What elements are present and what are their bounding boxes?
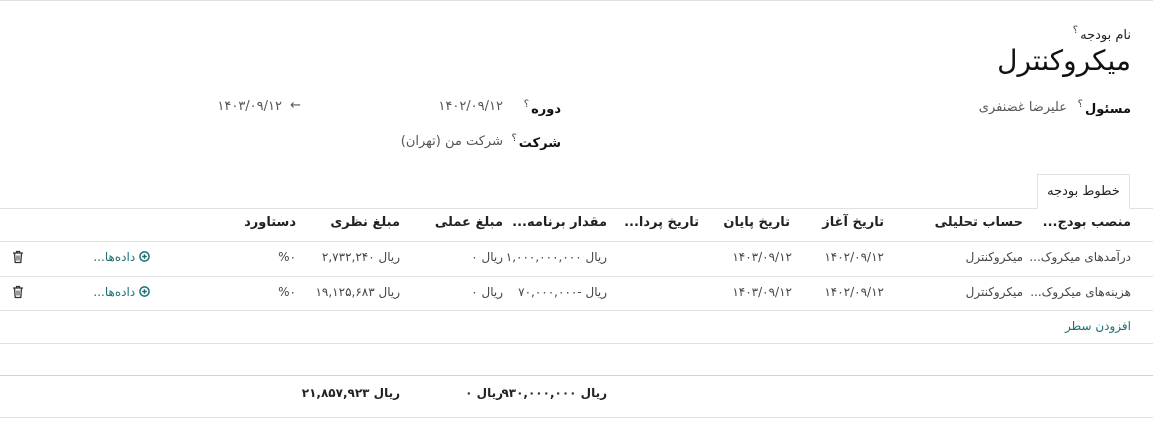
- row-divider: [0, 276, 1153, 277]
- totals-divider: [0, 375, 1153, 376]
- top-divider: [0, 0, 1153, 1]
- cell-planned[interactable]: ریال -۷۰,۰۰۰,۰۰۰: [518, 285, 607, 299]
- trash-icon[interactable]: [12, 250, 24, 264]
- column-header-position[interactable]: منصب بودج...: [1043, 215, 1131, 230]
- details-label: داده‌ها...: [93, 250, 136, 264]
- cell-start[interactable]: ۱۴۰۲/۰۹/۱۲: [824, 250, 884, 264]
- header-divider: [0, 241, 1153, 242]
- cell-practical[interactable]: ریال ۰: [471, 250, 503, 264]
- cell-theoretical[interactable]: ریال ۲,۷۳۲,۲۴۰: [322, 250, 400, 264]
- arrow-left-icon: ←: [290, 98, 301, 113]
- budget-name-help-icon[interactable]: ؟: [1073, 25, 1078, 36]
- period-label: دوره: [531, 102, 561, 117]
- row-divider: [0, 310, 1153, 311]
- add-line-button[interactable]: افزودن سطر: [1065, 319, 1131, 333]
- total-practical: ریال ۰: [465, 386, 503, 400]
- details-button[interactable]: داده‌ها...: [93, 285, 150, 299]
- period-end-field[interactable]: ۱۴۰۳/۰۹/۱۲: [217, 99, 282, 114]
- trash-icon[interactable]: [12, 285, 24, 299]
- plus-circle-icon: [139, 251, 150, 262]
- cell-position[interactable]: هزینه‌های میکروک...: [1030, 285, 1131, 299]
- responsible-label: مسئول: [1084, 102, 1131, 117]
- details-button[interactable]: داده‌ها...: [93, 250, 150, 264]
- cell-end[interactable]: ۱۴۰۳/۰۹/۱۲: [732, 250, 792, 264]
- cell-achievement[interactable]: %۰: [278, 250, 296, 264]
- column-header-practical[interactable]: مبلغ عملی: [435, 215, 503, 230]
- cell-planned[interactable]: ریال ۱,۰۰۰,۰۰۰,۰۰۰: [506, 250, 607, 264]
- responsible-field[interactable]: علیرضا غضنفری: [979, 100, 1067, 115]
- company-field[interactable]: شرکت من (تهران): [401, 134, 503, 149]
- budget-name-label-group: نام بودجه؟: [1073, 24, 1131, 43]
- cell-achievement[interactable]: %۰: [278, 285, 296, 299]
- cell-end[interactable]: ۱۴۰۳/۰۹/۱۲: [732, 285, 792, 299]
- period-help-icon[interactable]: ؟: [524, 99, 529, 110]
- budget-name-input[interactable]: میکروکنترل: [997, 44, 1131, 77]
- column-header-analytic[interactable]: حساب تحلیلی: [935, 215, 1023, 230]
- column-header-paid-date[interactable]: تاریخ پردا...: [624, 215, 699, 230]
- cell-analytic[interactable]: میکروکنترل: [966, 250, 1023, 264]
- column-header-achievement[interactable]: دستاورد: [244, 215, 296, 230]
- row-divider: [0, 343, 1153, 344]
- company-label-group: شرکت؟: [511, 132, 561, 151]
- tab-strip: [0, 208, 1153, 209]
- cell-analytic[interactable]: میکروکنترل: [966, 285, 1023, 299]
- responsible-help-icon[interactable]: ؟: [1078, 99, 1083, 110]
- total-planned: ریال ۹۳۰,۰۰۰,۰۰۰: [501, 386, 607, 400]
- company-help-icon[interactable]: ؟: [511, 133, 516, 144]
- cell-practical[interactable]: ریال ۰: [471, 285, 503, 299]
- cell-position[interactable]: درآمدهای میکروک...: [1029, 250, 1131, 264]
- tab-budget-lines[interactable]: خطوط بودجه: [1037, 174, 1130, 209]
- column-header-planned[interactable]: مقدار برنامه...: [512, 215, 607, 230]
- column-header-theoretical[interactable]: مبلغ نظری: [330, 215, 400, 230]
- budget-name-label: نام بودجه: [1080, 28, 1131, 43]
- period-start-field[interactable]: ۱۴۰۲/۰۹/۱۲: [438, 99, 503, 114]
- cell-start[interactable]: ۱۴۰۲/۰۹/۱۲: [824, 285, 884, 299]
- responsible-label-group: مسئول؟: [1078, 98, 1131, 117]
- company-label: شرکت: [518, 136, 561, 151]
- period-label-group: دوره؟: [524, 98, 561, 117]
- column-header-end[interactable]: تاریخ پایان: [723, 215, 790, 230]
- total-theoretical: ریال ۲۱,۸۵۷,۹۲۳: [301, 386, 400, 400]
- bottom-divider: [0, 417, 1153, 418]
- details-label: داده‌ها...: [93, 285, 136, 299]
- plus-circle-icon: [139, 286, 150, 297]
- column-header-start[interactable]: تاریخ آغاز: [822, 215, 884, 230]
- cell-theoretical[interactable]: ریال ۱۹,۱۲۵,۶۸۳: [315, 285, 400, 299]
